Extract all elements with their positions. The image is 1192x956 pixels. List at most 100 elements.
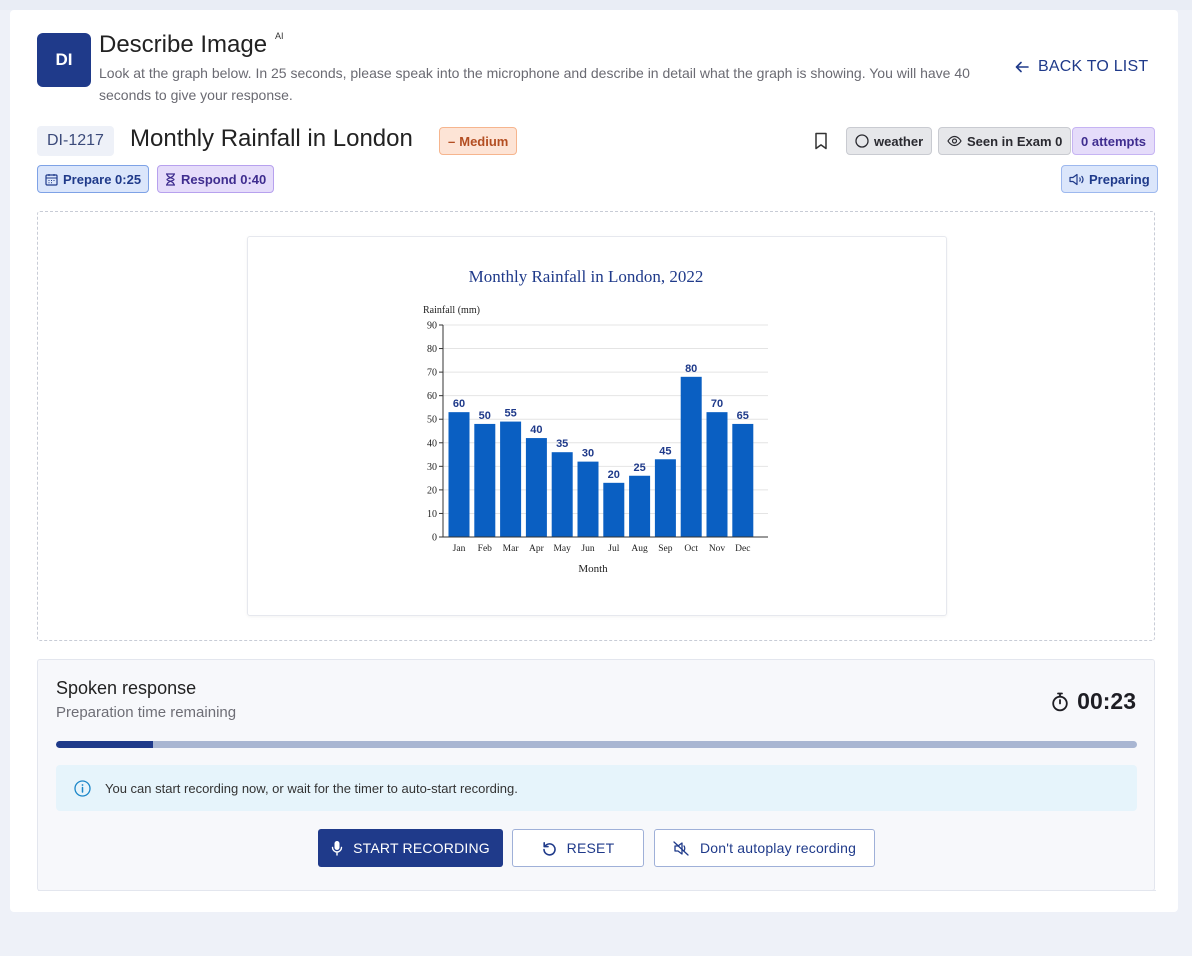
difficulty-label: Medium [459,133,509,149]
chart-y-tick-label: 20 [427,485,437,496]
calendar-icon [45,173,58,186]
mute-icon [673,840,689,856]
hourglass-icon [166,172,175,186]
chart-y-tick-label: 0 [432,533,437,544]
status-badge: Preparing [1061,165,1158,193]
chart-y-tick-label: 70 [427,368,437,379]
chart-x-tick-label: Mar [503,544,520,554]
chart-data-label: 70 [711,398,723,410]
start-recording-button[interactable]: START RECORDING [318,829,503,867]
chart-frame: Monthly Rainfall in London, 2022 Rainfal… [247,236,947,616]
dont-autoplay-button[interactable]: Don't autoplay recording [654,829,875,867]
chart-data-label: 40 [530,424,542,436]
chart-data-label: 35 [556,438,568,450]
chart-bar [500,421,522,537]
chart-x-tick-label: Feb [478,544,493,554]
chart-data-label: 80 [685,363,697,375]
arrow-left-icon [1015,61,1029,73]
start-recording-label: START RECORDING [353,840,490,856]
preparation-progress-bar [56,741,1137,748]
chart-data-label: 60 [453,398,465,410]
task-instructions: Look at the graph below. In 25 seconds, … [99,65,970,103]
countdown-value: 00:23 [1077,688,1136,714]
chart-y-tick-label: 30 [427,462,437,473]
chart-x-tick-label: Nov [709,544,726,554]
chart-data-label: 55 [504,408,516,420]
respond-time-label: Respond 0:40 [181,171,267,187]
chart-y-tick-label: 80 [427,344,437,355]
progress-fill [56,741,154,748]
response-subtitle: Preparation time remaining [56,704,237,721]
chart-x-tick-label: Jul [608,544,619,554]
chart-bar [525,438,547,537]
chart-x-tick-label: Aug [631,544,648,554]
question-title: Monthly Rainfall in London [130,125,413,152]
chart-title: Monthly Rainfall in London, 2022 [469,267,704,286]
info-text: You can start recording now, or wait for… [105,780,518,796]
page-title: Describe Image [99,31,268,58]
seen-in-exam-label: Seen in Exam 0 [967,133,1063,149]
chart-x-tick-label: May [553,544,571,554]
panel-divider [38,890,1156,891]
chart-x-tick-label: Oct [684,544,698,554]
reset-icon [542,841,556,856]
chart-x-tick-label: Jun [581,544,594,554]
attempts-label: 0 attempts [1081,133,1147,149]
chart-y-tick-label: 90 [427,321,437,332]
circle-icon [855,134,869,148]
status-label: Preparing [1089,171,1150,187]
prepare-time-label: Prepare 0:25 [63,171,142,187]
info-banner: You can start recording now, or wait for… [56,765,1137,811]
chart-x-tick-label: Apr [529,544,545,554]
chart-data-label: 45 [659,445,671,457]
ai-tag: AI [275,31,284,41]
chart-bar [629,475,651,537]
chart-bar [706,412,728,537]
prepare-time-badge: Prepare 0:25 [37,165,150,193]
respond-time-badge: Respond 0:40 [157,165,275,193]
difficulty-badge: – Medium [439,127,518,155]
chart-y-axis-label: Rainfall (mm) [423,305,480,316]
chart-x-tick-label: Jan [453,544,466,554]
page-top-strip [0,0,1192,10]
dont-autoplay-label: Don't autoplay recording [699,840,857,856]
chart-y-tick-label: 10 [427,509,437,520]
question-image-area: Monthly Rainfall in London, 2022 Rainfal… [37,211,1155,641]
chart-bar [680,376,702,537]
chart-data-label: 25 [633,462,645,474]
seen-in-exam-tag: Seen in Exam 0 [938,127,1072,155]
eye-icon [947,135,962,147]
chart-bar [603,482,625,537]
chart-bar [551,452,573,537]
response-title: Spoken response [56,678,197,698]
chart-x-axis-label: Month [578,563,608,575]
back-to-list-link[interactable]: BACK TO LIST [1014,58,1148,76]
question-id: DI-1217 [37,126,114,156]
minus-icon: – [448,133,456,149]
chart-y-tick-label: 50 [427,415,437,426]
chart-data-label: 20 [608,469,620,481]
reset-label: RESET [566,840,615,856]
reset-button[interactable]: RESET [512,829,644,867]
countdown-timer: 00:23 [1051,688,1136,715]
attempts-tag[interactable]: 0 attempts [1072,127,1156,155]
chart-x-tick-label: Dec [735,544,750,554]
bookmark-icon[interactable] [814,132,828,150]
chart-y-tick-label: 60 [427,391,437,402]
chart-data-label: 50 [479,410,491,422]
chart-y-tick-label: 40 [427,438,437,449]
topic-tag-label: weather [874,133,924,149]
spoken-response-panel: Spoken response Preparation time remaini… [37,659,1156,891]
chart-bar [732,423,754,537]
chart-data-label: 65 [737,410,749,422]
back-to-list-label: BACK TO LIST [1038,58,1149,75]
stopwatch-icon [1052,692,1068,711]
question-card: DI Describe Image AI Look at the graph b… [10,10,1178,912]
info-icon [74,779,91,797]
chart-bar [654,459,676,537]
microphone-icon [331,841,343,856]
chart-x-tick-label: Sep [658,544,673,554]
topic-tag[interactable]: weather [846,127,933,155]
chart-bar [577,461,599,537]
rainfall-bar-chart: Monthly Rainfall in London, 2022 Rainfal… [423,267,768,575]
